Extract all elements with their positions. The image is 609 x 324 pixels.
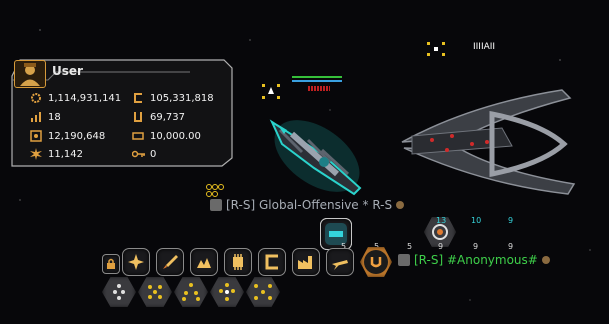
cpu-icon bbox=[233, 254, 243, 270]
ability-level: 9 bbox=[508, 216, 514, 225]
laser-burst-icon bbox=[128, 254, 144, 270]
explosion-icon bbox=[30, 148, 42, 160]
ammo-slot[interactable] bbox=[320, 218, 352, 250]
drone-cluster-icon bbox=[206, 184, 224, 197]
player-ship-label: [R-S] Global-Offensive * R-S bbox=[226, 198, 393, 212]
stat-cargo-value: 10,000.00 bbox=[150, 130, 201, 142]
hotbar-slot-jet[interactable] bbox=[326, 248, 354, 276]
hotbar-slot-factory[interactable] bbox=[292, 248, 320, 276]
player-stats-panel: User 1,114,931,141 105,331,818 18 69,737… bbox=[10, 58, 234, 168]
stat-level-value: 18 bbox=[48, 111, 61, 123]
ability-count: 9 bbox=[473, 242, 479, 251]
ring-icon bbox=[432, 224, 448, 240]
drone-formation-b-icon bbox=[148, 285, 162, 299]
player-drone-marker bbox=[262, 84, 280, 99]
stat-credits-value: 105,331,818 bbox=[150, 92, 214, 104]
uridium-icon bbox=[132, 111, 144, 123]
stat-experience-value: 1,114,931,141 bbox=[48, 92, 122, 104]
drone-formation-c-icon bbox=[182, 283, 200, 301]
hotbar-slot-laser[interactable] bbox=[122, 248, 150, 276]
gear-burst-icon bbox=[30, 92, 42, 104]
c-drone-icon bbox=[265, 254, 278, 270]
ally-name-tag: [R-S] #Anonymous# bbox=[398, 253, 550, 267]
clan-badge-icon bbox=[398, 254, 410, 266]
ability-level: 10 bbox=[471, 216, 482, 225]
stat-uridium: 69,737 bbox=[132, 111, 185, 123]
stat-cargo: 10,000.00 bbox=[132, 130, 201, 142]
level-bars-icon bbox=[30, 111, 42, 123]
flash-icon bbox=[197, 258, 211, 268]
player-name-tag: [R-S] Global-Offensive * R-S bbox=[210, 198, 405, 212]
drone-formation-e-icon bbox=[254, 284, 272, 300]
enemy-ship[interactable] bbox=[392, 84, 582, 200]
lock-button[interactable] bbox=[102, 254, 120, 274]
stat-honor: 12,190,648 bbox=[30, 130, 105, 142]
jet-icon bbox=[332, 260, 348, 270]
shield-u-icon bbox=[364, 250, 388, 274]
enemy-hp-ticks bbox=[308, 86, 330, 91]
stat-kills: 11,142 bbox=[30, 148, 83, 160]
avatar[interactable] bbox=[14, 60, 46, 88]
lock-icon bbox=[107, 258, 115, 269]
player-ship[interactable] bbox=[262, 104, 372, 204]
drone-formation-d-icon bbox=[219, 283, 235, 301]
hotbar-slot-flash[interactable] bbox=[190, 248, 218, 276]
stat-kills-value: 11,142 bbox=[48, 148, 83, 160]
ability-count: 9 bbox=[438, 242, 444, 251]
stat-keys: 0 bbox=[131, 148, 157, 160]
stat-level: 18 bbox=[30, 111, 61, 123]
clan-badge-icon bbox=[210, 199, 222, 211]
enemy-name: IIIIAII bbox=[473, 42, 496, 52]
player-name: User bbox=[52, 64, 83, 78]
rank-icon bbox=[396, 201, 405, 209]
ability-count: 9 bbox=[508, 242, 514, 251]
hotbar-slot-drone[interactable] bbox=[258, 248, 286, 276]
hotbar-slot-rocket[interactable] bbox=[156, 248, 184, 276]
hotbar-slot-cpu[interactable] bbox=[224, 248, 252, 276]
cargo-icon bbox=[132, 130, 144, 142]
shield-bar bbox=[292, 80, 342, 82]
stat-experience: 1,114,931,141 bbox=[30, 92, 121, 104]
stat-honor-value: 12,190,648 bbox=[48, 130, 106, 142]
rocket-icon bbox=[163, 255, 178, 269]
stat-keys-value: 0 bbox=[150, 148, 157, 160]
ally-ship-label: [R-S] #Anonymous# bbox=[414, 253, 538, 267]
stat-credits: 105,331,818 bbox=[132, 92, 214, 104]
credits-icon bbox=[132, 92, 144, 104]
hp-bar bbox=[292, 76, 342, 78]
honor-badge-icon bbox=[30, 130, 42, 142]
stat-uridium-value: 69,737 bbox=[150, 111, 185, 123]
ability-level: 13 bbox=[436, 216, 447, 225]
ammo-count: 5 bbox=[407, 242, 413, 251]
rank-icon bbox=[541, 256, 550, 264]
factory-icon bbox=[298, 256, 312, 269]
enemy-drone-marker bbox=[427, 42, 445, 56]
drone-formation-a-icon bbox=[113, 284, 125, 300]
key-icon bbox=[131, 148, 145, 160]
